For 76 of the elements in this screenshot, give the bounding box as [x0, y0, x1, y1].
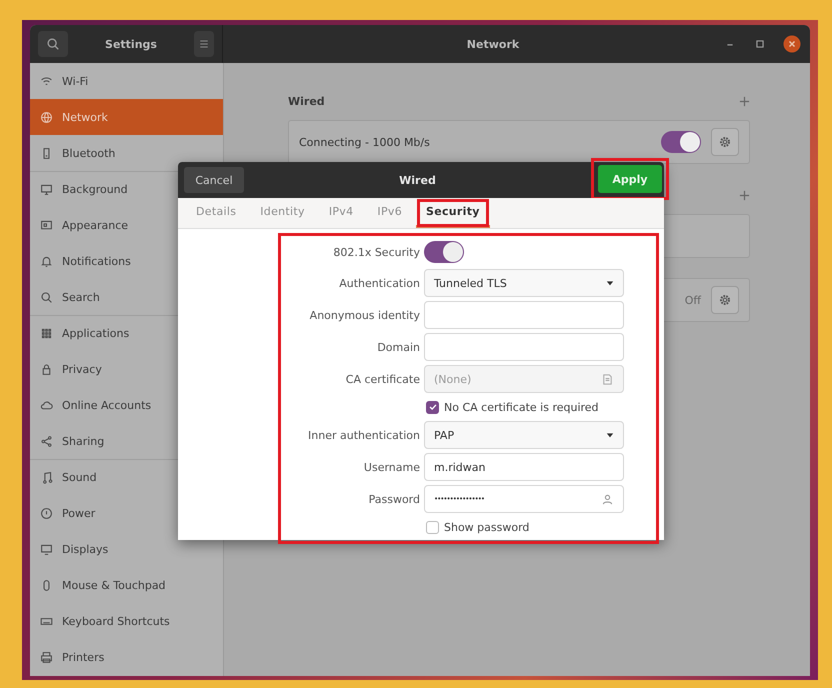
add-button[interactable]: [739, 190, 750, 200]
monitor-icon: [40, 183, 53, 196]
sidebar-title: Settings: [105, 38, 157, 50]
status-text: Off: [684, 294, 701, 306]
sidebar-item[interactable]: Sharing: [30, 423, 223, 459]
sidebar-item[interactable]: Mouse & Touchpad: [30, 567, 223, 603]
close-button[interactable]: [783, 35, 801, 53]
tab[interactable]: Security: [416, 198, 490, 228]
window-title: Network: [466, 38, 520, 50]
settings-button[interactable]: [711, 128, 739, 156]
window-icon: [40, 218, 53, 232]
checkbox[interactable]: [426, 400, 439, 414]
monitor-icon: [40, 542, 53, 556]
dialog-title: Wired: [399, 174, 436, 186]
sidebar-item[interactable]: Network: [30, 99, 223, 135]
text-field[interactable]: m.ridwan: [424, 453, 624, 481]
person-icon: [601, 492, 614, 506]
field-label: Inner authentication: [307, 428, 420, 442]
sidebar-item[interactable]: Wi-Fi: [30, 63, 223, 99]
dropdown[interactable]: PAP: [424, 421, 624, 449]
search-icon: [46, 37, 60, 51]
tab[interactable]: Details: [186, 198, 246, 228]
checkbox-option[interactable]: Show password: [424, 517, 624, 537]
bell-icon: [40, 254, 53, 268]
search-icon: [40, 290, 53, 304]
toggle-switch[interactable]: [661, 131, 701, 153]
field-label: CA certificate: [344, 372, 420, 386]
caret-icon: [606, 431, 614, 439]
toggle-switch[interactable]: [424, 241, 464, 263]
music-note-icon: [40, 471, 53, 484]
sidebar-item[interactable]: Online Accounts: [30, 387, 223, 423]
cloud-icon: [40, 398, 53, 412]
sidebar-item[interactable]: Applications: [30, 316, 223, 351]
field-label: 802.1x Security: [332, 246, 420, 258]
connection-status: Connecting - 1000 Mb/s: [299, 136, 430, 148]
wifi-icon: [40, 74, 53, 88]
sidebar-item[interactable]: Power: [30, 495, 223, 531]
settings-button[interactable]: [711, 286, 739, 314]
globe-icon: [40, 110, 53, 124]
field-label: Authentication: [338, 276, 420, 290]
lock-icon: [40, 362, 53, 376]
cancel-button[interactable]: Cancel: [184, 167, 244, 193]
sidebar-item[interactable]: Sound: [30, 460, 223, 495]
sidebar-item[interactable]: Keyboard Shortcuts: [30, 603, 223, 639]
caret-icon: [606, 279, 614, 287]
sidebar-item[interactable]: Displays: [30, 531, 223, 567]
text-field[interactable]: [424, 301, 624, 329]
check-icon: [428, 402, 438, 412]
field-label: Password: [368, 492, 420, 506]
menu-icon: [198, 38, 210, 50]
gear-icon: [718, 293, 732, 307]
document-icon: [601, 372, 614, 386]
grid-icon: [40, 327, 53, 340]
tab[interactable]: IPv6: [367, 198, 412, 228]
menu-button[interactable]: [194, 31, 214, 57]
checkbox[interactable]: [426, 520, 439, 534]
sidebar-item[interactable]: Privacy: [30, 351, 223, 387]
field-label: Username: [362, 460, 420, 474]
sidebar-item[interactable]: Printers: [30, 639, 223, 675]
checkbox-option[interactable]: No CA certificate is required: [424, 397, 624, 417]
field-label: Domain: [376, 340, 420, 354]
gear-icon: [718, 135, 732, 149]
tab[interactable]: Identity: [250, 198, 315, 228]
field-label: Anonymous identity: [308, 308, 420, 322]
share-icon: [40, 434, 53, 448]
search-button[interactable]: [38, 31, 68, 57]
apply-button[interactable]: Apply: [598, 165, 662, 193]
power-icon: [40, 506, 53, 520]
printer-icon: [40, 650, 53, 664]
sidebar-item[interactable]: Notifications: [30, 243, 223, 279]
tab[interactable]: IPv4: [318, 198, 364, 228]
text-field[interactable]: [424, 333, 624, 361]
sidebar-item[interactable]: Search: [30, 279, 223, 315]
dropdown[interactable]: Tunneled TLS: [424, 269, 624, 297]
section-title: Wired: [288, 94, 325, 108]
add-button[interactable]: [739, 96, 750, 106]
